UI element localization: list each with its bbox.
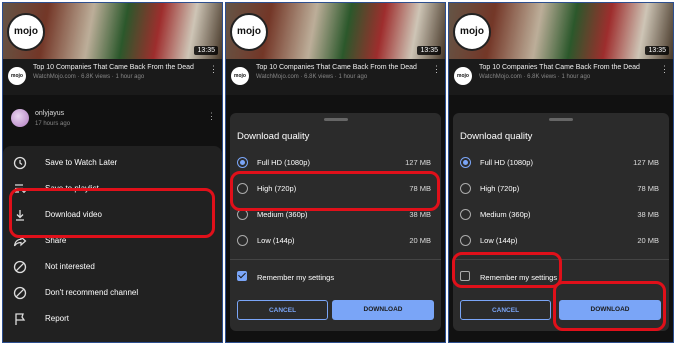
radio-button[interactable] [460,183,471,194]
video-options-sheet: Save to Watch Later Save to playlist Dow… [3,146,222,342]
quality-option-720p[interactable]: High (720p) 78 MB [453,179,669,199]
radio-button[interactable] [460,235,471,246]
quality-option-1080p[interactable]: Full HD (1080p) 127 MB [230,153,441,173]
video-duration: 13:35 [417,46,441,55]
drag-handle[interactable] [323,118,348,121]
quality-label: Full HD (1080p) [480,158,533,167]
cancel-button[interactable]: CANCEL [460,300,551,320]
video-title[interactable]: Top 10 Companies That Came Back From the… [479,64,640,71]
quality-size: 38 MB [637,210,659,219]
comment-username: onlyjayus [35,110,65,117]
block-icon [13,260,27,274]
more-options-icon[interactable]: ⋮ [207,111,216,122]
download-button[interactable]: DOWNLOAD [332,300,434,320]
menu-item-not-interested[interactable]: Not interested [3,254,222,280]
screenshot-panel-quality-checked: mojo 13:35 mojo Top 10 Companies That Ca… [225,2,446,343]
quality-size: 38 MB [409,210,431,219]
radio-button[interactable] [237,235,248,246]
video-meta: WatchMojo.com · 6.8K views · 1 hour ago [479,74,591,80]
flag-icon [15,313,26,325]
clock-icon [13,156,27,170]
quality-size: 20 MB [637,236,659,245]
video-thumbnail[interactable]: mojo 13:35 [449,3,673,59]
channel-avatar[interactable]: mojo [454,67,472,85]
menu-item-report[interactable]: Report [3,306,222,332]
menu-item-label: Save to Watch Later [45,158,118,167]
video-title[interactable]: Top 10 Companies That Came Back From the… [33,64,194,71]
quality-size: 78 MB [637,184,659,193]
video-thumbnail[interactable]: mojo 13:35 [226,3,445,59]
video-thumbnail[interactable]: mojo 13:35 [3,3,222,59]
channel-avatar[interactable]: mojo [231,67,249,85]
video-title[interactable]: Top 10 Companies That Came Back From the… [256,64,417,71]
more-options-icon[interactable]: ⋮ [209,64,218,75]
more-options-icon[interactable]: ⋮ [660,64,669,75]
quality-size: 127 MB [633,158,659,167]
divider [230,259,441,260]
highlight-download-video [9,188,215,238]
video-info: mojo Top 10 Companies That Came Back Fro… [449,59,673,95]
radio-button[interactable] [460,157,471,168]
radio-button[interactable] [237,157,248,168]
quality-option-1080p[interactable]: Full HD (1080p) 127 MB [453,153,669,173]
video-meta: WatchMojo.com · 6.8K views · 1 hour ago [256,74,368,80]
video-duration: 13:35 [194,46,218,55]
video-info: mojo Top 10 Companies That Came Back Fro… [3,59,222,95]
video-meta: WatchMojo.com · 6.8K views · 1 hour ago [33,74,145,80]
cancel-button[interactable]: CANCEL [237,300,328,320]
quality-option-144p[interactable]: Low (144p) 20 MB [453,231,669,251]
checkbox-checked[interactable] [237,271,247,281]
quality-option-144p[interactable]: Low (144p) 20 MB [230,231,441,251]
menu-item-label: Report [45,314,70,323]
block-icon [13,286,27,300]
comment-time: 17 hours ago [35,121,71,127]
watchmojo-logo: mojo [7,13,45,51]
watchmojo-logo: mojo [453,13,491,51]
video-info: mojo Top 10 Companies That Came Back Fro… [226,59,445,95]
quality-label: Medium (360p) [480,210,531,219]
more-options-icon[interactable]: ⋮ [432,64,441,75]
avatar[interactable] [11,109,29,127]
highlight-remember-settings [452,252,562,288]
quality-size: 127 MB [405,158,431,167]
quality-label: High (720p) [480,184,520,193]
highlight-720p-option [230,171,440,211]
channel-avatar[interactable]: mojo [8,67,26,85]
highlight-download-button [553,281,666,331]
radio-button[interactable] [460,209,471,220]
menu-item-label: Not interested [45,262,95,271]
remember-label: Remember my settings [257,273,335,282]
comment-row: onlyjayus 17 hours ago ⋮ [3,103,222,139]
watchmojo-logo: mojo [230,13,268,51]
menu-item-label: Don't recommend channel [45,288,139,297]
drag-handle[interactable] [549,118,573,121]
screenshot-panel-menu: mojo 13:35 mojo Top 10 Companies That Ca… [2,2,223,343]
quality-label: Low (144p) [257,236,295,245]
download-quality-dialog: Download quality Full HD (1080p) 127 MB … [230,113,441,331]
quality-label: Medium (360p) [257,210,308,219]
menu-item-dont-recommend[interactable]: Don't recommend channel [3,280,222,306]
video-duration: 13:35 [645,46,669,55]
menu-item-save-watch-later[interactable]: Save to Watch Later [3,150,222,176]
dialog-title: Download quality [460,131,533,142]
quality-label: Full HD (1080p) [257,158,310,167]
quality-option-360p[interactable]: Medium (360p) 38 MB [453,205,669,225]
remember-settings-checkbox[interactable]: Remember my settings [230,268,441,288]
quality-label: Low (144p) [480,236,518,245]
screenshot-panel-quality-unchecked: mojo 13:35 mojo Top 10 Companies That Ca… [448,2,674,343]
dialog-title: Download quality [237,131,310,142]
quality-size: 20 MB [409,236,431,245]
